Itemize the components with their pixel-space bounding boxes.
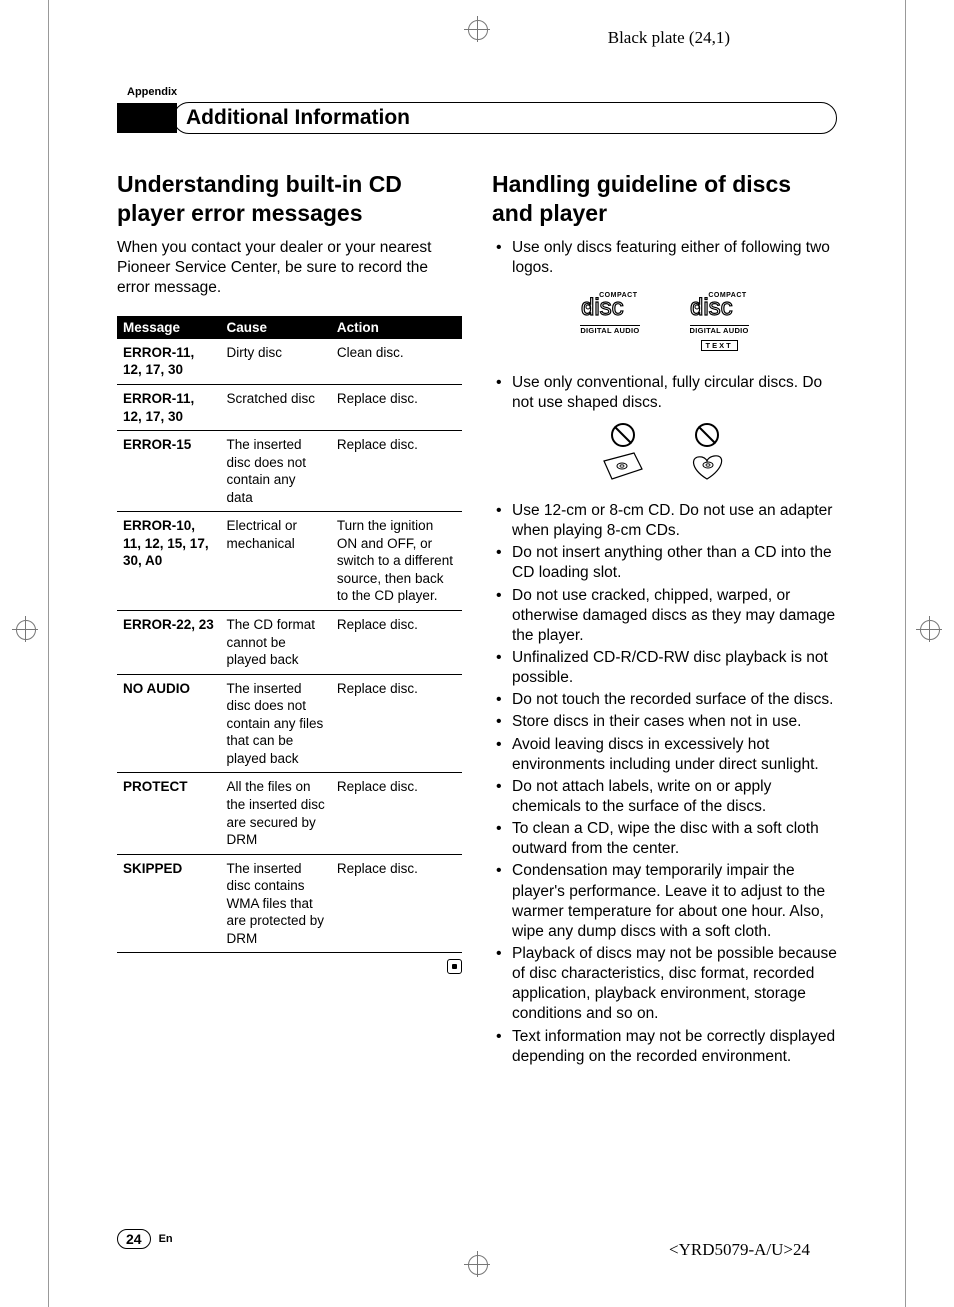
header-tab (117, 103, 177, 133)
cell-message: ERROR-15 (117, 431, 221, 512)
left-intro: When you contact your dealer or your nea… (117, 238, 462, 298)
table-row: ERROR-22, 23The CD format cannot be play… (117, 611, 462, 675)
cell-action: Replace disc. (331, 773, 462, 854)
list-item: Condensation may temporarily impair the … (492, 861, 837, 942)
list-item: Do not touch the recorded surface of the… (492, 690, 837, 710)
list-item: Store discs in their cases when not in u… (492, 712, 837, 732)
bullet-logos: Use only discs featuring either of follo… (492, 238, 837, 278)
table-row: SKIPPEDThe inserted disc contains WMA fi… (117, 854, 462, 953)
cell-action: Turn the ignition ON and OFF, or switch … (331, 512, 462, 611)
right-column: Handling guideline of discs and player U… (492, 170, 837, 1069)
table-row: ERROR-10, 11, 12, 15, 17, 30, A0Electric… (117, 512, 462, 611)
document-id: <YRD5079-A/U>24 (669, 1240, 810, 1260)
cell-action: Replace disc. (331, 674, 462, 773)
cell-cause: All the files on the inserted disc are s… (221, 773, 331, 854)
crop-mark-left (12, 616, 38, 642)
table-row: ERROR-11, 12, 17, 30Scratched discReplac… (117, 385, 462, 431)
cell-action: Replace disc. (331, 611, 462, 675)
page-number: 24 (117, 1229, 151, 1249)
list-item: Do not insert anything other than a CD i… (492, 543, 837, 583)
section-end-icon (117, 959, 462, 979)
cell-message: NO AUDIO (117, 674, 221, 773)
prohibited-icon (611, 423, 635, 447)
cell-action: Replace disc. (331, 854, 462, 953)
bullet-shaped: Use only conventional, fully circular di… (492, 373, 837, 413)
crop-mark-right (916, 616, 942, 642)
cell-message: ERROR-11, 12, 17, 30 (117, 339, 221, 385)
table-row: ERROR-15The inserted disc does not conta… (117, 431, 462, 512)
cd-logo-text: COMPACT disc DIGITAL AUDIO TEXT (690, 292, 749, 353)
cell-cause: Scratched disc (221, 385, 331, 431)
plate-info: Black plate (24,1) (608, 28, 730, 48)
cell-cause: The inserted disc contains WMA files tha… (221, 854, 331, 953)
left-column: Understanding built-in CD player error m… (117, 170, 462, 1069)
th-cause: Cause (221, 316, 331, 339)
svg-text:disc: disc (690, 297, 733, 319)
language-code: En (159, 1233, 173, 1245)
th-action: Action (331, 316, 462, 339)
table-row: NO AUDIOThe inserted disc does not conta… (117, 674, 462, 773)
right-heading: Handling guideline of discs and player (492, 170, 837, 228)
cell-cause: The CD format cannot be played back (221, 611, 331, 675)
error-table: Message Cause Action ERROR-11, 12, 17, 3… (117, 316, 462, 953)
list-item: To clean a CD, wipe the disc with a soft… (492, 819, 837, 859)
list-item: Unfinalized CD-R/CD-RW disc playback is … (492, 648, 837, 688)
table-row: ERROR-11, 12, 17, 30Dirty discClean disc… (117, 339, 462, 385)
page-footer: 24 En (117, 1229, 173, 1249)
cell-cause: Electrical or mechanical (221, 512, 331, 611)
shaped-discs-illustration (492, 423, 837, 483)
appendix-label: Appendix (127, 86, 837, 98)
cell-message: ERROR-10, 11, 12, 15, 17, 30, A0 (117, 512, 221, 611)
list-item: Do not attach labels, write on or apply … (492, 777, 837, 817)
left-heading: Understanding built-in CD player error m… (117, 170, 462, 228)
cell-cause: The inserted disc does not contain any d… (221, 431, 331, 512)
cell-message: ERROR-11, 12, 17, 30 (117, 385, 221, 431)
cell-cause: The inserted disc does not contain any f… (221, 674, 331, 773)
cell-action: Replace disc. (331, 431, 462, 512)
cell-message: ERROR-22, 23 (117, 611, 221, 675)
list-item: Use 12-cm or 8-cm CD. Do not use an adap… (492, 501, 837, 541)
list-item: Avoid leaving discs in excessively hot e… (492, 735, 837, 775)
prohibited-icon (695, 423, 719, 447)
cell-message: PROTECT (117, 773, 221, 854)
th-message: Message (117, 316, 221, 339)
cell-action: Clean disc. (331, 339, 462, 385)
list-item: Text information may not be correctly di… (492, 1027, 837, 1067)
header-title: Additional Information (186, 106, 836, 130)
list-item: Do not use cracked, chipped, warped, or … (492, 586, 837, 646)
list-item: Playback of discs may not be possible be… (492, 944, 837, 1025)
cell-message: SKIPPED (117, 854, 221, 953)
cell-action: Replace disc. (331, 385, 462, 431)
shaped-disc-square (600, 423, 646, 483)
shaped-disc-heart (684, 423, 730, 483)
header-pill: Additional Information (173, 102, 837, 134)
cd-logos: COMPACT disc DIGITAL AUDIO COMPACT disc (492, 292, 837, 353)
cell-cause: Dirty disc (221, 339, 331, 385)
svg-text:disc: disc (581, 297, 624, 319)
cd-logo-digital-audio: COMPACT disc DIGITAL AUDIO (580, 292, 639, 353)
section-header: Additional Information (117, 102, 837, 134)
table-row: PROTECTAll the files on the inserted dis… (117, 773, 462, 854)
